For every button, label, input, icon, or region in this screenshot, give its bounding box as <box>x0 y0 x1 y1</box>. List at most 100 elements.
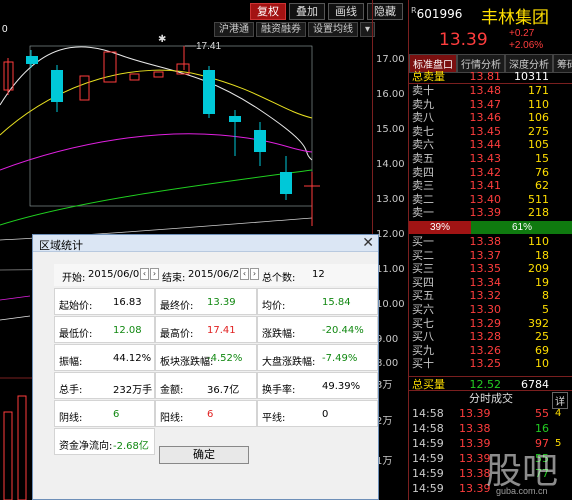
tick-volume: 55 <box>535 407 549 420</box>
end-label: 结束: <box>162 273 186 284</box>
bid-row[interactable]: 买一 13.38 110 <box>409 235 572 248</box>
stat-value: 0 <box>322 409 329 420</box>
row-price: 13.45 <box>469 124 502 138</box>
row-label: 卖三 <box>412 179 434 193</box>
row-price: 13.30 <box>469 303 502 316</box>
chart-subbar: 沪港通 融资融券 设置均线 ▾ <box>214 22 376 37</box>
bid-row[interactable]: 买四 13.34 19 <box>409 276 572 289</box>
bid-row[interactable]: 买九 13.26 69 <box>409 344 572 357</box>
stat-cell: 最高价: 17.41 <box>155 316 257 343</box>
stat-value: 12.08 <box>113 325 142 336</box>
bid-row[interactable]: 买七 13.29 392 <box>409 317 572 330</box>
restore-rights-button[interactable]: 复权 <box>250 3 286 20</box>
start-prev-button[interactable]: ‹ <box>140 268 149 280</box>
tick-price: 13.38 <box>459 422 491 435</box>
ask-row[interactable]: 卖六 13.44 105 <box>409 138 572 151</box>
ask-row[interactable]: 卖九 13.47 110 <box>409 98 572 111</box>
dialog-titlebar: 区域统计 ✕ <box>33 235 378 252</box>
row-volume: 15 <box>535 152 549 165</box>
stat-cell: 板块涨跌幅: -4.52% <box>155 344 257 371</box>
ask-row[interactable]: 卖二 13.40 511 <box>409 193 572 206</box>
stat-label: 平线: <box>262 413 286 424</box>
price-change: +0.27 +2.06% <box>509 28 544 51</box>
overlay-button[interactable]: 叠加 <box>289 3 325 20</box>
bid-row[interactable]: 买三 13.35 209 <box>409 262 572 275</box>
ask-row[interactable]: 卖三 13.41 62 <box>409 179 572 192</box>
draw-line-button[interactable]: 画线 <box>328 3 364 20</box>
close-icon[interactable]: ✕ <box>362 235 374 251</box>
stat-label: 大盘涨跌幅: <box>262 357 316 368</box>
row-price: 13.47 <box>469 97 502 111</box>
stat-cell: 总手: 232万手 <box>54 372 155 399</box>
y-tick: 11.00 <box>376 264 405 275</box>
row-volume: 5 <box>542 303 549 316</box>
stat-label: 板块涨跌幅: <box>160 357 214 368</box>
row-label: 买八 <box>412 330 434 344</box>
bid-row[interactable]: 买六 13.30 5 <box>409 303 572 316</box>
y-tick: 8.00 <box>376 358 399 369</box>
y-tick: 16.00 <box>376 89 405 100</box>
total-sell-row[interactable]: 总卖量 13.81 10311 <box>409 70 572 83</box>
stat-cell: 换手率: 49.39% <box>257 372 378 399</box>
bid-row[interactable]: 买八 13.28 25 <box>409 330 572 343</box>
row-volume: 171 <box>528 84 549 97</box>
candle <box>26 56 38 64</box>
tick-price: 13.39 <box>459 407 491 420</box>
ask-row[interactable]: 卖一 13.39 218 <box>409 206 572 219</box>
y-tick: 13.00 <box>376 194 405 205</box>
end-prev-button[interactable]: ‹ <box>240 268 249 280</box>
row-volume: 105 <box>528 138 549 152</box>
margin-trading-button[interactable]: 融资融券 <box>256 22 306 37</box>
stat-value: -2.68亿 <box>113 441 149 452</box>
ask-row[interactable]: 卖七 13.45 275 <box>409 125 572 138</box>
row-volume: 110 <box>528 235 549 248</box>
current-price: 13.39 <box>439 30 488 50</box>
row-label: 买六 <box>412 303 434 316</box>
row-price: 13.44 <box>469 138 502 152</box>
row-price: 13.25 <box>469 357 502 371</box>
candle <box>229 116 241 122</box>
stat-label: 金额: <box>160 385 184 396</box>
stat-label: 资金净流向: <box>59 441 113 452</box>
ask-row[interactable]: 卖十 13.48 171 <box>409 84 572 97</box>
stat-cell: 阴线: 6 <box>54 400 155 427</box>
hk-connect-button[interactable]: 沪港通 <box>214 22 254 37</box>
start-date: 2015/06/05 <box>88 269 146 280</box>
bid-row[interactable]: 买二 13.37 18 <box>409 249 572 262</box>
row-label: 卖五 <box>412 152 434 165</box>
ask-row[interactable]: 卖五 13.43 15 <box>409 152 572 165</box>
start-next-button[interactable]: › <box>150 268 159 280</box>
row-volume: 392 <box>528 316 549 330</box>
stat-value: 232万手 <box>113 385 153 396</box>
stat-label: 阴线: <box>59 413 83 424</box>
bid-row[interactable]: 买五 13.32 8 <box>409 289 572 302</box>
row-volume: 110 <box>528 97 549 111</box>
row-price: 13.41 <box>469 179 502 193</box>
ask-row[interactable]: 卖八 13.46 106 <box>409 111 572 124</box>
row-price: 13.42 <box>469 165 502 179</box>
row-label: 卖十 <box>412 84 434 97</box>
end-next-button[interactable]: › <box>250 268 259 280</box>
row-label: 卖二 <box>412 192 434 206</box>
row-label: 卖八 <box>412 111 434 125</box>
row-volume: 18 <box>535 248 549 262</box>
bid-row[interactable]: 买十 13.25 10 <box>409 357 572 370</box>
row-volume: 209 <box>528 262 549 276</box>
row-price: 13.39 <box>469 206 502 220</box>
stat-value: 15.84 <box>322 297 351 308</box>
stat-value: 16.83 <box>113 297 142 308</box>
tick-time: 14:59 <box>412 482 444 495</box>
row-volume: 511 <box>528 192 549 206</box>
y-tick: 15.00 <box>376 124 405 135</box>
ma-settings-button[interactable]: 设置均线 <box>308 22 358 37</box>
ask-row[interactable]: 卖四 13.42 76 <box>409 166 572 179</box>
row-label: 卖七 <box>412 124 434 138</box>
row-price: 13.48 <box>469 84 502 97</box>
row-label: 买二 <box>412 248 434 262</box>
row-volume: 10 <box>535 357 549 371</box>
candle <box>129 73 140 81</box>
stat-cell: 最低价: 12.08 <box>54 316 155 343</box>
ok-button[interactable]: 确定 <box>159 446 249 464</box>
stat-label: 最高价: <box>160 329 194 340</box>
row-volume: 275 <box>528 124 549 138</box>
